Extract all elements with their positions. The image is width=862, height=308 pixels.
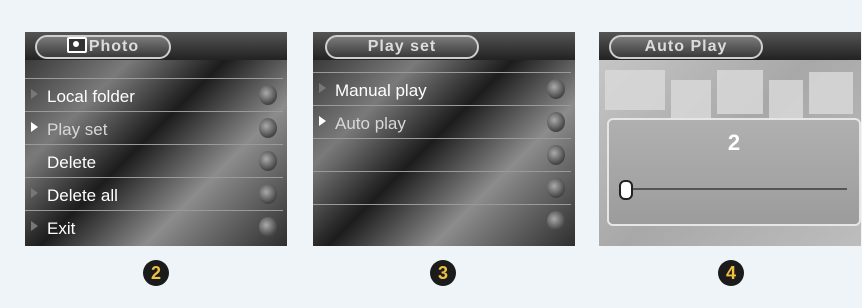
- menu-item-exit[interactable]: Exit: [25, 210, 283, 243]
- auto-play-dialog: 2: [607, 118, 861, 226]
- knob-icon: [259, 217, 277, 237]
- panel-title: Photo: [88, 38, 140, 55]
- background-block: [605, 70, 665, 110]
- menu-item-play-set[interactable]: Play set: [25, 111, 283, 144]
- step-number: 3: [430, 260, 456, 286]
- arrow-icon: [31, 188, 38, 198]
- title-pill: Auto Play: [609, 35, 763, 59]
- title-bar: Play set: [313, 32, 575, 60]
- arrow-icon: [31, 122, 38, 132]
- title-bar: Photo: [25, 32, 287, 60]
- background-block: [671, 80, 711, 120]
- camera-icon: [66, 37, 87, 53]
- photo-menu-panel: Photo Local folder Play set Delete Delet…: [25, 32, 287, 246]
- background-block: [809, 72, 853, 114]
- knob-icon: [259, 151, 277, 171]
- menu-item-label: Auto play: [335, 114, 406, 133]
- background-block: [717, 70, 763, 114]
- title-bar: Auto Play: [599, 32, 861, 60]
- arrow-icon: [319, 83, 326, 93]
- arrow-icon: [31, 221, 38, 231]
- arrow-icon: [319, 116, 326, 126]
- menu-item-label: Delete: [47, 153, 97, 172]
- background-block: [769, 80, 803, 120]
- menu-item-manual-play[interactable]: Manual play: [313, 72, 571, 105]
- menu-item-delete[interactable]: Delete: [25, 144, 283, 177]
- knob-icon: [547, 145, 565, 165]
- knob-icon: [547, 211, 565, 231]
- panel-title: Auto Play: [644, 38, 728, 55]
- menu-item-label: Local folder: [47, 87, 135, 106]
- menu-item-empty: [313, 204, 571, 237]
- play-set-panel: Play set Manual play Auto play: [313, 32, 575, 246]
- menu-item-auto-play[interactable]: Auto play: [313, 105, 571, 138]
- menu-item-empty: [313, 171, 571, 204]
- knob-icon: [547, 112, 565, 132]
- menu-item-empty: [313, 138, 571, 171]
- menu-item-label: Delete all: [47, 186, 118, 205]
- knob-icon: [547, 178, 565, 198]
- menu-item-label: Manual play: [335, 81, 427, 100]
- title-pill: Play set: [325, 35, 479, 59]
- menu-item-label: Exit: [47, 219, 76, 238]
- knob-icon: [547, 79, 565, 99]
- menu-item-local-folder[interactable]: Local folder: [25, 78, 283, 111]
- slider-track[interactable]: [623, 188, 847, 190]
- title-pill: Photo: [35, 35, 171, 59]
- panel-title: Play set: [367, 38, 437, 55]
- knob-icon: [259, 85, 277, 105]
- step-number: 4: [718, 260, 744, 286]
- arrow-icon: [31, 155, 38, 165]
- menu-item-label: Play set: [47, 120, 108, 139]
- menu-item-delete-all[interactable]: Delete all: [25, 177, 283, 210]
- arrow-icon: [31, 89, 38, 99]
- step-number: 2: [143, 260, 169, 286]
- slider-thumb[interactable]: [619, 180, 633, 200]
- auto-play-value: 2: [727, 130, 741, 155]
- knob-icon: [259, 118, 277, 138]
- knob-icon: [259, 184, 277, 204]
- auto-play-panel: Auto Play 2: [599, 32, 861, 246]
